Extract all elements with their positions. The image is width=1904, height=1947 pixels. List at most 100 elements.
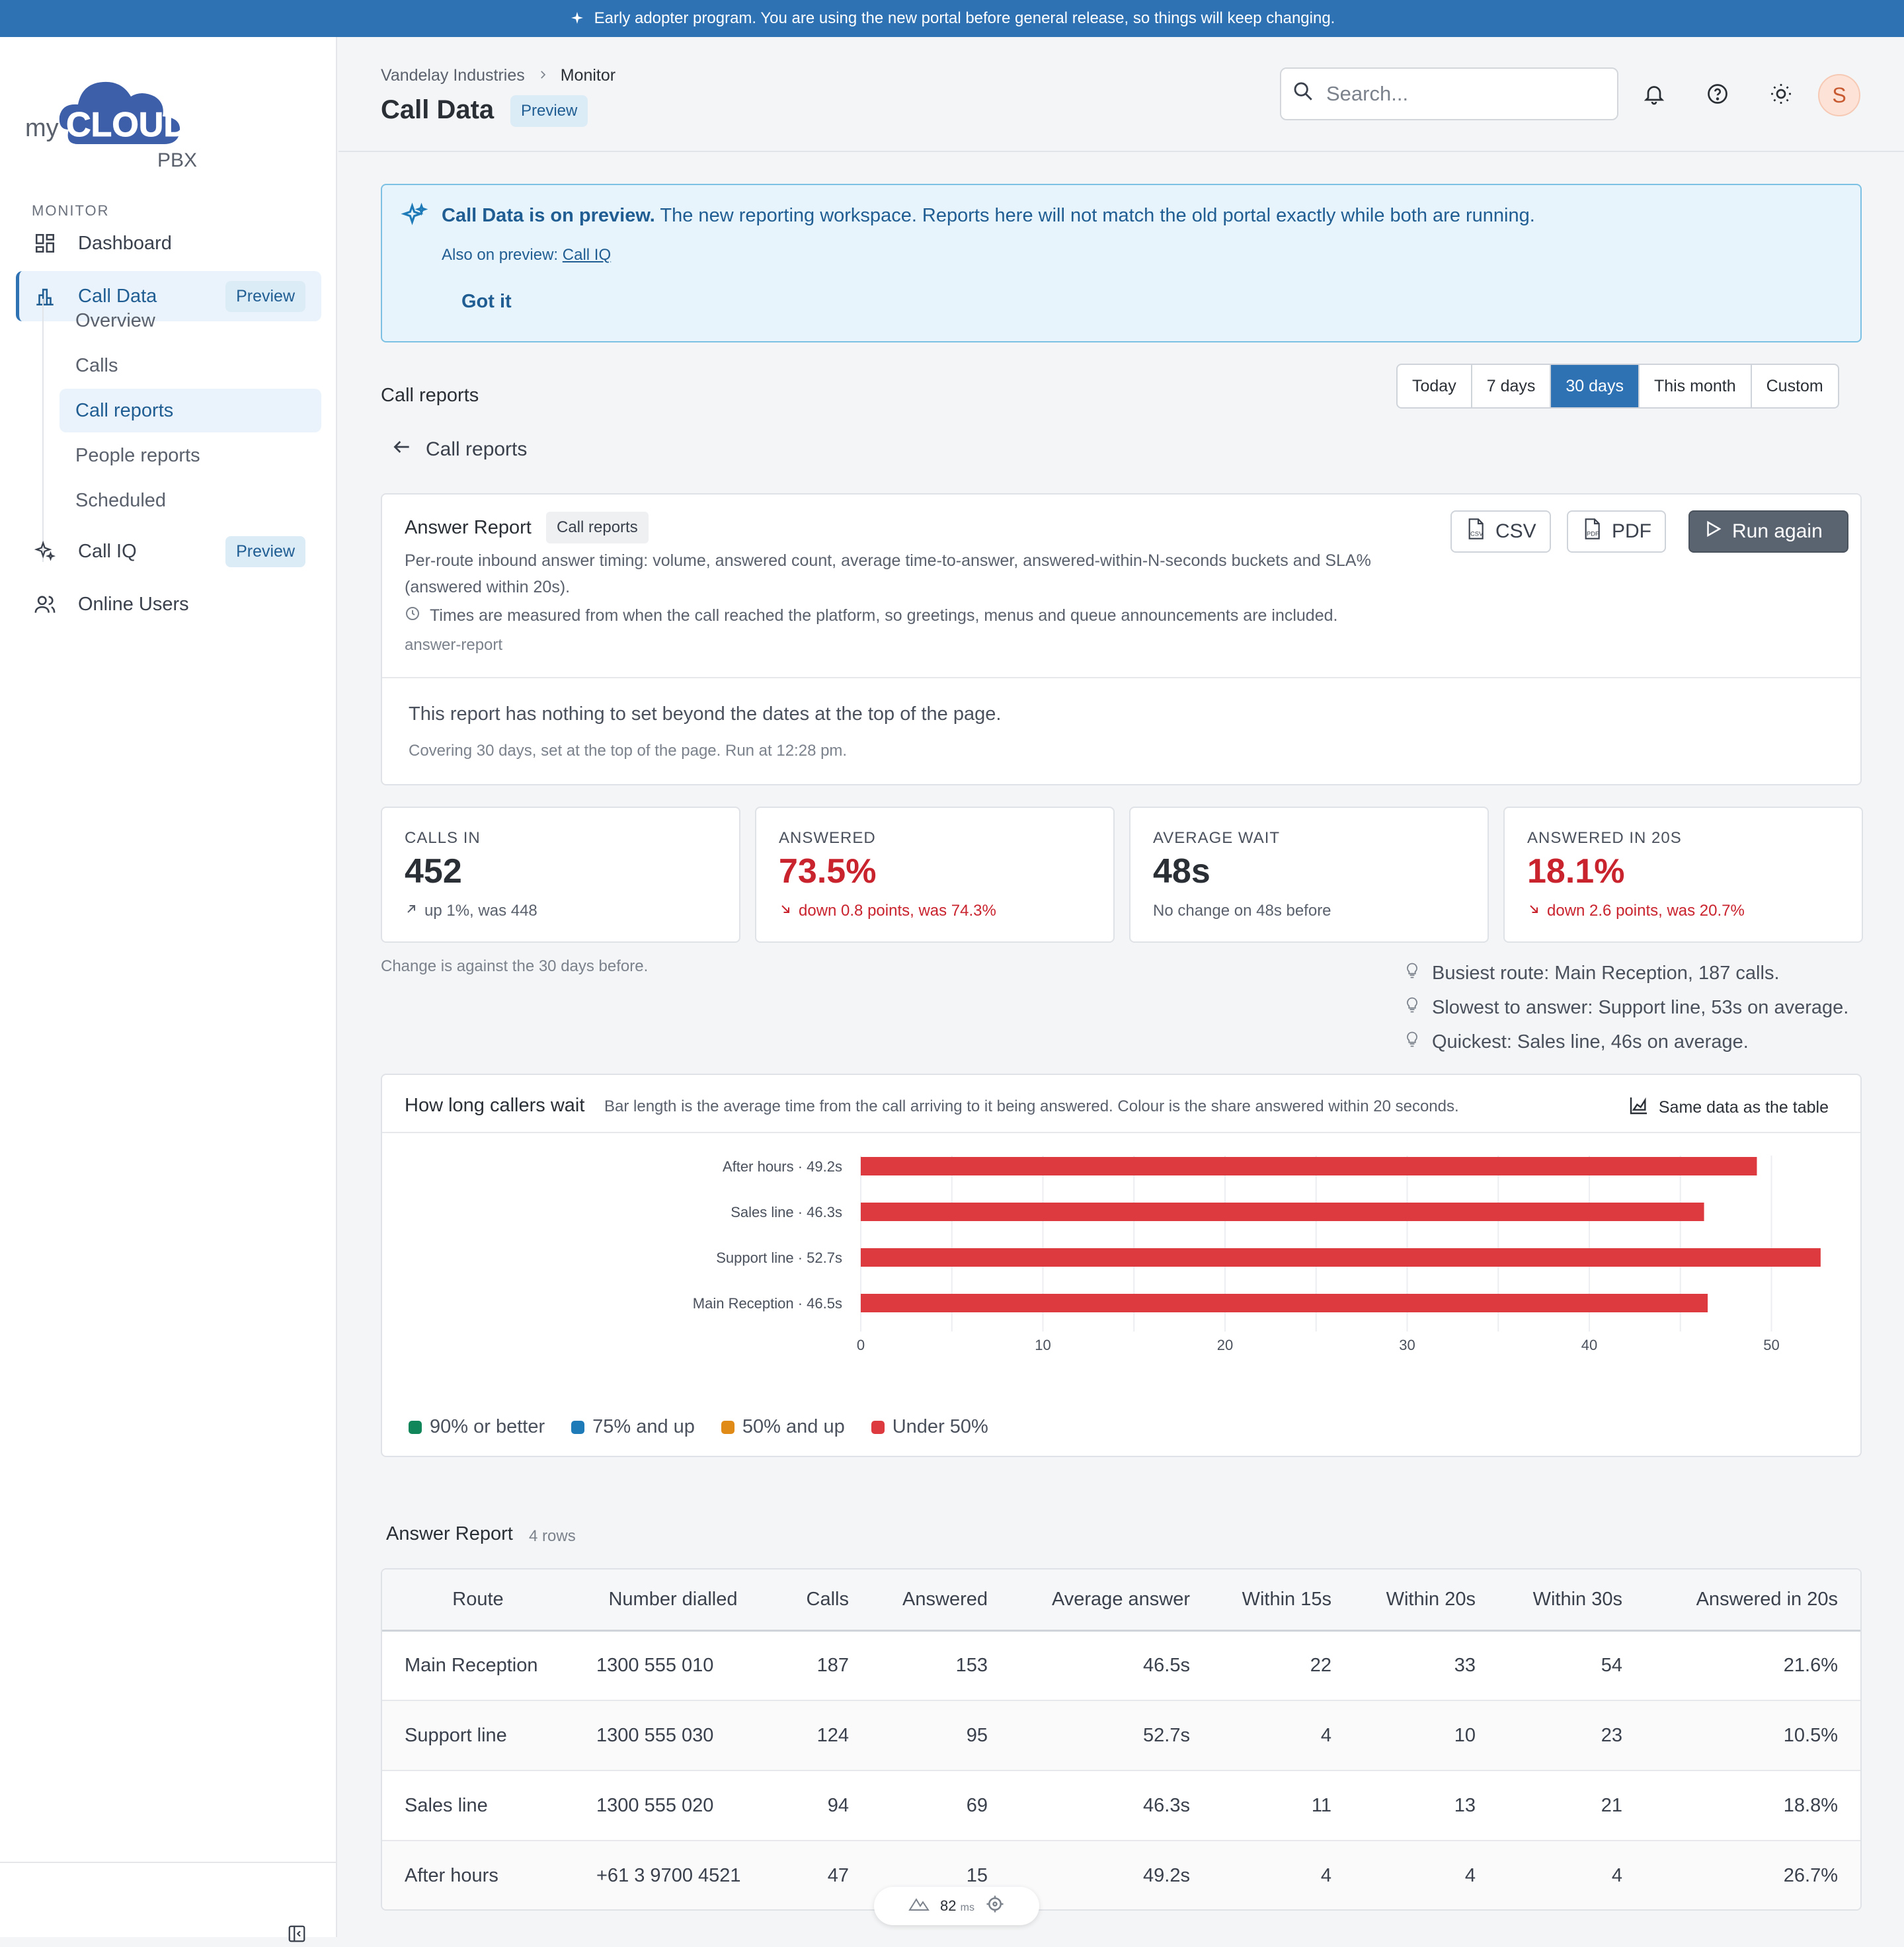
column-header[interactable]: Route [382, 1570, 574, 1632]
bar [861, 1203, 1704, 1221]
call-iq-link[interactable]: Call IQ [563, 246, 611, 264]
cell-answered: 69 [871, 1770, 1010, 1841]
legend-swatch [721, 1420, 734, 1434]
table-row: Sales line 1300 555 020 94 69 46.3s 11 1… [382, 1770, 1860, 1841]
run-again-button[interactable]: Run again [1688, 510, 1848, 553]
column-header[interactable]: Within 15s [1212, 1570, 1354, 1632]
report-note: Times are measured from when the call re… [405, 606, 1337, 626]
sidebar-subitem-overview[interactable]: Overview [60, 299, 321, 342]
cell-answered: 95 [871, 1700, 1010, 1771]
cell-route: Sales line [382, 1770, 574, 1841]
play-icon [1703, 519, 1723, 544]
x-tick-label: 40 [1581, 1337, 1597, 1353]
kpi-change: down 0.8 points, was 74.3% [779, 902, 996, 920]
table-header-row: Route Number dialled Calls Answered Aver… [382, 1570, 1860, 1632]
x-tick-label: 20 [1217, 1337, 1233, 1353]
logo-cloud: CLOUD [66, 106, 188, 144]
range-7-days[interactable]: 7 days [1472, 365, 1552, 407]
range-custom[interactable]: Custom [1752, 365, 1838, 407]
got-it-button[interactable]: Got it [461, 291, 512, 313]
insights-list: Busiest route: Main Reception, 187 calls… [1403, 956, 1848, 1059]
report-description: Per-route inbound answer timing: volume,… [405, 551, 1371, 596]
change-note: Change is against the 30 days before. [381, 957, 649, 975]
column-header[interactable]: Average answer [1010, 1570, 1212, 1632]
lightbulb-icon [1403, 996, 1421, 1019]
range-today[interactable]: Today [1398, 365, 1472, 407]
x-tick-label: 10 [1035, 1337, 1051, 1353]
legend-label: Under 50% [892, 1416, 988, 1437]
chart-subtitle: Bar length is the average time from the … [604, 1097, 1459, 1115]
breadcrumb-current[interactable]: Monitor [561, 66, 615, 85]
sparkle-icon [571, 12, 583, 24]
lightbulb-icon [1403, 961, 1421, 985]
app-logo[interactable]: my CLOUD PBX [25, 57, 210, 182]
pdf-button[interactable]: PDF PDF [1567, 510, 1666, 553]
dev-toolbar[interactable]: 82 ms [874, 1887, 1039, 1925]
legend-label: 90% or better [430, 1416, 545, 1437]
report-coverage: Covering 30 days, set at the top of the … [409, 742, 848, 760]
cell-within-20s: 33 [1354, 1630, 1498, 1701]
range-this-month[interactable]: This month [1640, 365, 1752, 407]
bar-label: Support line · 52.7s [716, 1250, 842, 1266]
search-input[interactable]: Search... [1280, 67, 1618, 120]
sun-icon[interactable] [1765, 78, 1797, 110]
also-preview-label: Also on preview: [442, 246, 563, 264]
sidebar-subitem-people-reports[interactable]: People reports [60, 434, 321, 477]
search-icon [1292, 80, 1314, 108]
preview-notice: Call Data is on preview. The new reporti… [381, 184, 1862, 342]
sidebar-item-dashboard[interactable]: Dashboard [16, 218, 321, 268]
sidebar-footer-divider [0, 1862, 337, 1863]
cell-within-30s: 54 [1498, 1630, 1645, 1701]
bell-icon[interactable] [1638, 78, 1670, 110]
report-note-text: Times are measured from when the call re… [430, 606, 1338, 625]
breadcrumb-org[interactable]: Vandelay Industries [381, 66, 525, 85]
preview-notice-text: The new reporting workspace. Reports her… [654, 205, 1535, 226]
x-tick-label: 50 [1763, 1337, 1779, 1353]
column-header[interactable]: Number dialled [574, 1570, 772, 1632]
svg-text:CSV: CSV [1470, 531, 1484, 537]
sidebar-subitem-scheduled[interactable]: Scheduled [60, 479, 321, 522]
early-adopter-text: Early adopter program. You are using the… [594, 9, 1335, 27]
cell-calls: 124 [772, 1700, 871, 1771]
preview-badge: Preview [225, 536, 305, 567]
cell-route: Support line [382, 1700, 574, 1771]
column-header[interactable]: Calls [772, 1570, 871, 1632]
cell-within-15s: 4 [1212, 1700, 1354, 1771]
kpi-label: ANSWERED [779, 829, 876, 847]
insight-item: Slowest to answer: Support line, 53s on … [1403, 990, 1848, 1025]
cell-route: After hours [382, 1841, 574, 1909]
insight-item: Quickest: Sales line, 46s on average. [1403, 1025, 1848, 1059]
csv-button[interactable]: CSV CSV [1450, 510, 1551, 553]
sidebar-subitem-calls[interactable]: Calls [60, 344, 321, 387]
sidebar-subitem-call-reports[interactable]: Call reports [60, 389, 321, 432]
cell-average-answer: 46.5s [1010, 1630, 1212, 1701]
kpi-label: AVERAGE WAIT [1153, 829, 1281, 847]
mountains-icon [908, 1897, 930, 1915]
cell-average-answer: 49.2s [1010, 1841, 1212, 1909]
back-button[interactable]: Call reports [391, 436, 527, 463]
help-icon[interactable] [1702, 78, 1733, 110]
legend-label: 50% and up [742, 1416, 845, 1437]
early-adopter-banner: Early adopter program. You are using the… [0, 0, 1904, 37]
column-header[interactable]: Answered [871, 1570, 1010, 1632]
table-row-count: 4 rows [529, 1527, 576, 1545]
avatar[interactable]: S [1818, 74, 1860, 116]
preview-notice-bold: Call Data is on preview. [442, 205, 655, 226]
same-data-toggle[interactable]: Same data as the table [1628, 1095, 1829, 1121]
column-header[interactable]: Within 20s [1354, 1570, 1498, 1632]
range-30-days[interactable]: 30 days [1551, 365, 1640, 407]
wait-bar-chart: After hours · 49.2s Sales line · 46.3s Sup… [693, 1156, 1821, 1353]
insight-text: Quickest: Sales line, 46s on average. [1432, 1031, 1749, 1053]
bar [861, 1157, 1757, 1175]
collapse-sidebar-icon[interactable] [287, 1924, 309, 1946]
cell-within-30s: 21 [1498, 1770, 1645, 1841]
svg-text:PDF: PDF [1587, 531, 1599, 537]
sidebar-item-online-users[interactable]: Online Users [16, 579, 321, 629]
cell-within-15s: 22 [1212, 1630, 1354, 1701]
column-header[interactable]: Answered in 20s [1645, 1570, 1860, 1632]
sidebar-item-call-iq[interactable]: Call IQ Preview [16, 526, 321, 576]
column-header[interactable]: Within 30s [1498, 1570, 1645, 1632]
sidebar-item-label: Call IQ [78, 540, 137, 562]
kpi-average-wait: AVERAGE WAIT 48s No change on 48s before [1129, 807, 1489, 943]
cell-average-answer: 52.7s [1010, 1700, 1212, 1771]
